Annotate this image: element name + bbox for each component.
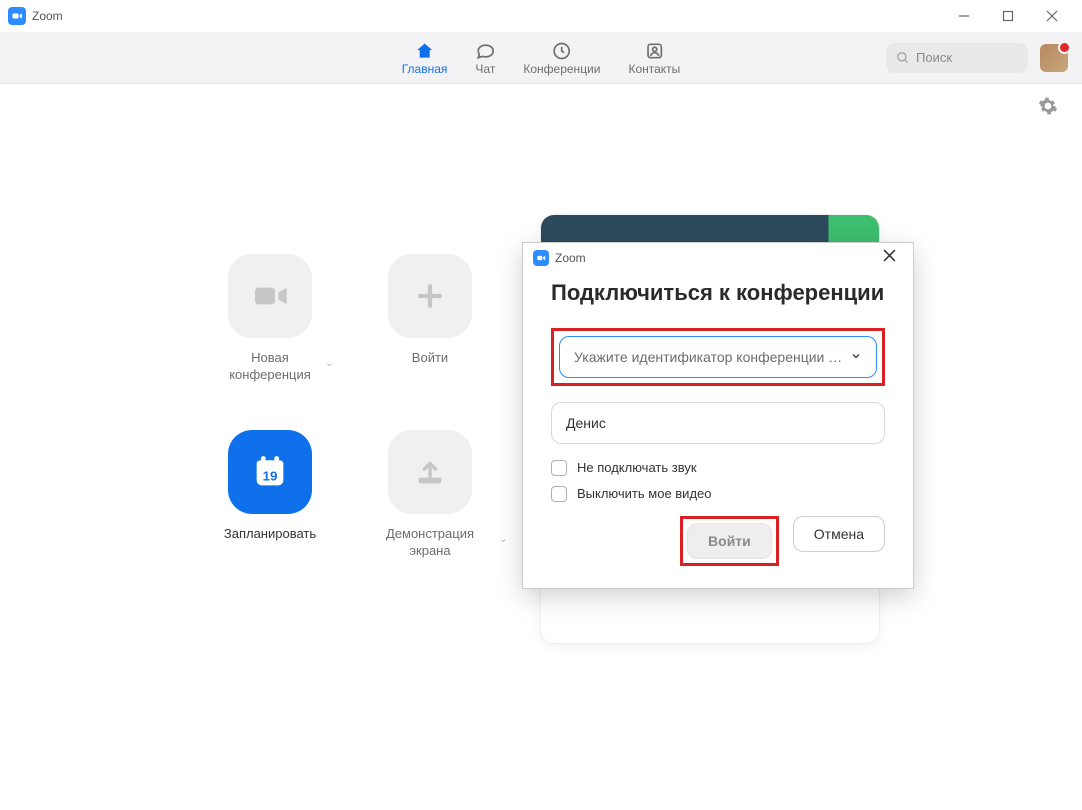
window-title: Zoom [32, 9, 63, 23]
chevron-down-icon[interactable]: ⌄ [325, 356, 334, 369]
meeting-id-placeholder: Укажите идентификатор конференции … [574, 349, 842, 365]
nav-label: Чат [475, 62, 495, 76]
checkbox-no-audio-row: Не подключать звук [551, 460, 885, 476]
nav-contacts[interactable]: Контакты [628, 40, 680, 76]
content-area: Новая конференция ⌄ Войти 19 Запланирова… [0, 84, 1082, 810]
checkbox-label: Не подключать звук [577, 460, 697, 475]
gear-icon [1038, 96, 1058, 116]
checkbox-label: Выключить мое видео [577, 486, 712, 501]
close-icon [883, 249, 896, 262]
search-input[interactable]: Поиск [886, 43, 1028, 73]
meeting-id-combo[interactable]: Укажите идентификатор конференции … [559, 336, 877, 378]
dialog-title: Zoom [555, 251, 586, 265]
svg-text:19: 19 [263, 468, 278, 483]
tile-share-screen[interactable]: Демонстрация экрана ⌄ [350, 430, 510, 560]
chevron-down-icon[interactable]: ⌄ [499, 532, 508, 545]
nav-label: Главная [402, 62, 448, 76]
tile-label: Запланировать [224, 526, 316, 543]
nav-chat[interactable]: Чат [475, 40, 495, 76]
window-titlebar: Zoom [0, 0, 1082, 32]
close-button[interactable] [1030, 0, 1074, 32]
highlight-box-join: Войти [680, 516, 779, 566]
search-icon [896, 51, 910, 65]
calendar-icon: 19 [228, 430, 312, 514]
checkbox-no-video[interactable] [551, 486, 567, 502]
chat-icon [475, 40, 495, 62]
nav-label: Контакты [628, 62, 680, 76]
tile-label: Новая конференция [229, 350, 311, 384]
home-icon [414, 40, 436, 62]
dialog-heading: Подключиться к конференции [551, 279, 885, 308]
top-nav: Главная Чат Конференции Контакты Поиск [0, 32, 1082, 84]
plus-icon [388, 254, 472, 338]
settings-button[interactable] [1038, 96, 1058, 121]
share-icon [388, 430, 472, 514]
tile-schedule[interactable]: 19 Запланировать [190, 430, 350, 560]
window-controls [942, 0, 1074, 32]
nav-home[interactable]: Главная [402, 40, 448, 76]
video-icon [228, 254, 312, 338]
checkbox-no-audio[interactable] [551, 460, 567, 476]
minimize-button[interactable] [942, 0, 986, 32]
tile-label: Войти [412, 350, 448, 367]
chevron-down-icon [850, 349, 862, 365]
zoom-app-icon [533, 250, 549, 266]
cancel-button[interactable]: Отмена [793, 516, 885, 552]
join-button[interactable]: Войти [687, 523, 772, 559]
contacts-icon [644, 40, 664, 62]
checkbox-no-video-row: Выключить мое видео [551, 486, 885, 502]
maximize-button[interactable] [986, 0, 1030, 32]
join-dialog: Zoom Подключиться к конференции Укажите … [522, 242, 914, 589]
dialog-titlebar: Zoom [523, 243, 913, 273]
highlight-box-id: Укажите идентификатор конференции … [551, 328, 885, 386]
dialog-close-button[interactable] [875, 249, 903, 267]
name-field[interactable] [551, 402, 885, 444]
search-placeholder: Поиск [916, 50, 952, 65]
zoom-app-icon [8, 7, 26, 25]
nav-label: Конференции [523, 62, 600, 76]
tile-label: Демонстрация экрана [386, 526, 474, 560]
tile-new-meeting[interactable]: Новая конференция ⌄ [190, 254, 350, 384]
clock-icon [552, 40, 572, 62]
nav-meetings[interactable]: Конференции [523, 40, 600, 76]
action-tiles: Новая конференция ⌄ Войти 19 Запланирова… [190, 254, 510, 560]
tile-join[interactable]: Войти [350, 254, 510, 384]
avatar[interactable] [1040, 44, 1068, 72]
